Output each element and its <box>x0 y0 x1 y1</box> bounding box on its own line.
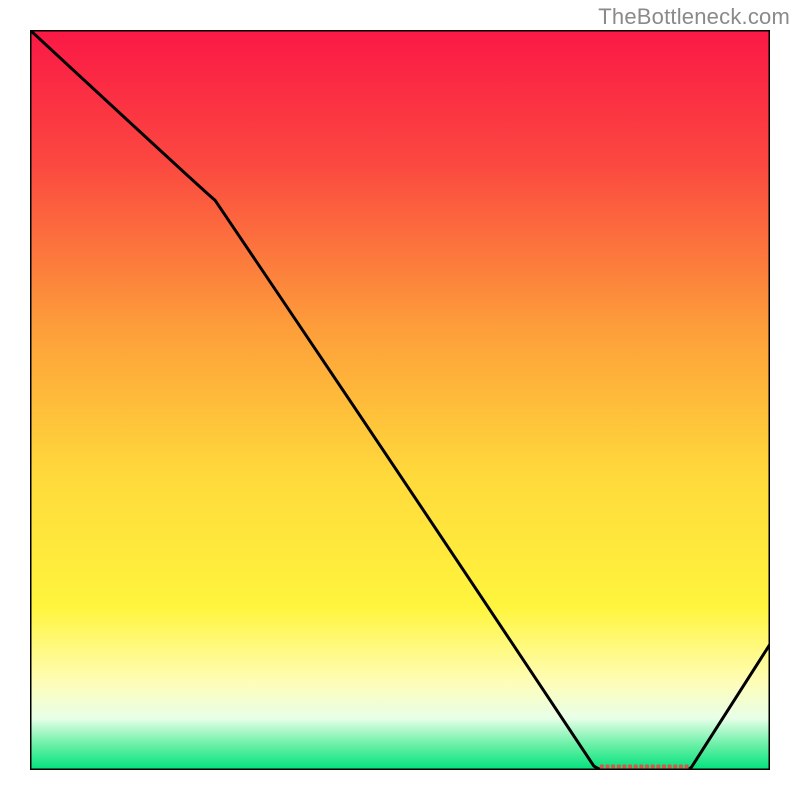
chart-frame: TheBottleneck.com <box>0 0 800 800</box>
attribution-text: TheBottleneck.com <box>598 4 790 30</box>
gradient-background <box>30 30 770 770</box>
plot-area <box>30 30 770 770</box>
bottleneck-chart <box>30 30 770 770</box>
